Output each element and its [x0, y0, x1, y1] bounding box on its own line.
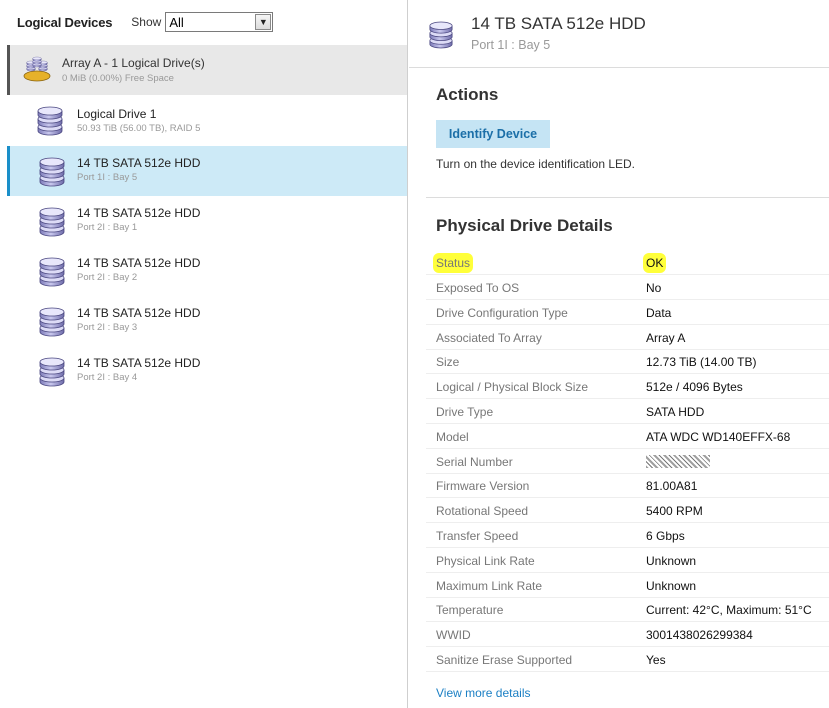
array-icon [23, 56, 51, 82]
detail-key: Serial Number [436, 455, 513, 469]
detail-row: Sanitize Erase Supported Yes [426, 647, 829, 672]
pane-title: Logical Devices [17, 14, 113, 30]
show-label: Show [131, 15, 162, 29]
physical-drive-location: Port 2I : Bay 2 [77, 272, 138, 283]
detail-row: Temperature Current: 42°C, Maximum: 51°C [426, 597, 829, 622]
detail-key: Logical / Physical Block Size [436, 380, 589, 394]
physical-drive-name: 14 TB SATA 512e HDD [77, 356, 201, 370]
detail-row: Associated To Array Array A [426, 325, 829, 350]
detail-key: WWID [436, 628, 471, 642]
detail-value: ATA WDC WD140EFFX-68 [646, 430, 791, 444]
detail-key: Firmware Version [436, 479, 530, 493]
logical-drive-item[interactable]: Logical Drive 1 50.93 TiB (56.00 TB), RA… [7, 96, 407, 146]
detail-row-serial: Serial Number [426, 449, 829, 474]
detail-key: Sanitize Erase Supported [436, 653, 573, 667]
show-filter-select[interactable]: All ▼ [165, 12, 274, 32]
detail-value [646, 455, 710, 471]
detail-row: Rotational Speed 5400 RPM [426, 498, 829, 523]
logical-devices-header: Logical Devices Show All ▼ [0, 0, 407, 44]
drive-location: Port 1I : Bay 5 [471, 38, 551, 52]
detail-row: Firmware Version 81.00A81 [426, 473, 829, 498]
physical-drive-location: Port 2I : Bay 4 [77, 372, 138, 383]
detail-key: Size [436, 355, 460, 369]
detail-value: SATA HDD [646, 405, 705, 419]
physical-drive-name: 14 TB SATA 512e HDD [77, 256, 201, 270]
detail-key: Status [436, 256, 471, 270]
detail-row: Transfer Speed 6 Gbps [426, 523, 829, 548]
physical-drive-location: Port 2I : Bay 1 [77, 222, 138, 233]
identify-device-button[interactable]: Identify Device [436, 120, 550, 148]
detail-value: Data [646, 306, 672, 320]
drive-details-pane: 14 TB SATA 512e HDD Port 1I : Bay 5 Acti… [409, 0, 829, 708]
detail-row: Drive Configuration Type Data [426, 300, 829, 325]
detail-key: Exposed To OS [436, 281, 520, 295]
physical-drive-item[interactable]: 14 TB SATA 512e HDD Port 2I : Bay 3 [7, 296, 407, 346]
detail-value: Unknown [646, 579, 697, 593]
detail-value: 3001438026299384 [646, 628, 753, 642]
section-divider [426, 197, 829, 198]
disk-stack-icon [38, 207, 66, 237]
detail-value: Array A [646, 331, 686, 345]
physical-drive-item[interactable]: 14 TB SATA 512e HDD Port 1I : Bay 5 [7, 146, 407, 196]
detail-row: Model ATA WDC WD140EFFX-68 [426, 424, 829, 449]
logical-drive-size: 50.93 TiB (56.00 TB), RAID 5 [77, 123, 201, 134]
detail-key: Maximum Link Rate [436, 579, 543, 593]
physical-drive-location: Port 2I : Bay 3 [77, 322, 138, 333]
detail-value: 81.00A81 [646, 479, 698, 493]
detail-value: 12.73 TiB (14.00 TB) [646, 355, 757, 369]
physical-drive-item[interactable]: 14 TB SATA 512e HDD Port 2I : Bay 4 [7, 346, 407, 396]
detail-value: 512e / 4096 Bytes [646, 380, 743, 394]
detail-key: Temperature [436, 603, 504, 617]
array-item[interactable]: Array A - 1 Logical Drive(s) 0 MiB (0.00… [7, 45, 407, 95]
detail-row: Maximum Link Rate Unknown [426, 573, 829, 598]
detail-row: Exposed To OS No [426, 275, 829, 300]
detail-value: Yes [646, 653, 666, 667]
physical-drive-location: Port 1I : Bay 5 [77, 172, 138, 183]
drive-title: 14 TB SATA 512e HDD [471, 14, 646, 33]
detail-key: Physical Link Rate [436, 554, 535, 568]
physical-drive-item[interactable]: 14 TB SATA 512e HDD Port 2I : Bay 2 [7, 246, 407, 296]
drive-header: 14 TB SATA 512e HDD Port 1I : Bay 5 [409, 0, 829, 68]
detail-row: Physical Link Rate Unknown [426, 548, 829, 573]
view-more-details-link[interactable]: View more details [436, 686, 531, 700]
detail-key: Associated To Array [436, 331, 542, 345]
detail-key: Rotational Speed [436, 504, 529, 518]
detail-value: OK [646, 256, 664, 270]
detail-row: Logical / Physical Block Size 512e / 409… [426, 374, 829, 399]
identify-description: Turn on the device identification LED. [436, 157, 636, 171]
detail-value: No [646, 281, 662, 295]
chevron-down-icon[interactable]: ▼ [255, 14, 272, 30]
disk-stack-icon [428, 21, 454, 49]
disk-stack-icon [38, 157, 66, 187]
array-name: Array A - 1 Logical Drive(s) [62, 56, 205, 70]
details-heading: Physical Drive Details [436, 216, 613, 235]
logical-drive-name: Logical Drive 1 [77, 107, 157, 121]
physical-drive-name: 14 TB SATA 512e HDD [77, 206, 201, 220]
redacted-serial [646, 455, 710, 468]
disk-stack-icon [38, 307, 66, 337]
logical-devices-pane: Logical Devices Show All ▼ Array A - 1 L… [0, 0, 408, 708]
detail-row: Size 12.73 TiB (14.00 TB) [426, 349, 829, 374]
physical-drive-item[interactable]: 14 TB SATA 512e HDD Port 2I : Bay 1 [7, 196, 407, 246]
physical-drive-name: 14 TB SATA 512e HDD [77, 156, 201, 170]
disk-stack-icon [38, 357, 66, 387]
detail-key: Drive Configuration Type [436, 306, 568, 320]
actions-heading: Actions [436, 85, 499, 104]
physical-drive-name: 14 TB SATA 512e HDD [77, 306, 201, 320]
detail-row: WWID 3001438026299384 [426, 622, 829, 647]
array-free-space: 0 MiB (0.00%) Free Space [62, 73, 174, 84]
detail-value: Current: 42°C, Maximum: 51°C [646, 603, 812, 617]
detail-row-status: Status OK [426, 250, 829, 275]
detail-key: Drive Type [436, 405, 494, 419]
detail-value: Unknown [646, 554, 697, 568]
detail-value: 6 Gbps [646, 529, 685, 543]
disk-stack-icon [38, 257, 66, 287]
detail-value: 5400 RPM [646, 504, 703, 518]
detail-row: Drive Type SATA HDD [426, 399, 829, 424]
disk-stack-icon [36, 106, 64, 136]
detail-key: Model [436, 430, 469, 444]
detail-key: Transfer Speed [436, 529, 519, 543]
show-filter-value: All [169, 14, 184, 30]
